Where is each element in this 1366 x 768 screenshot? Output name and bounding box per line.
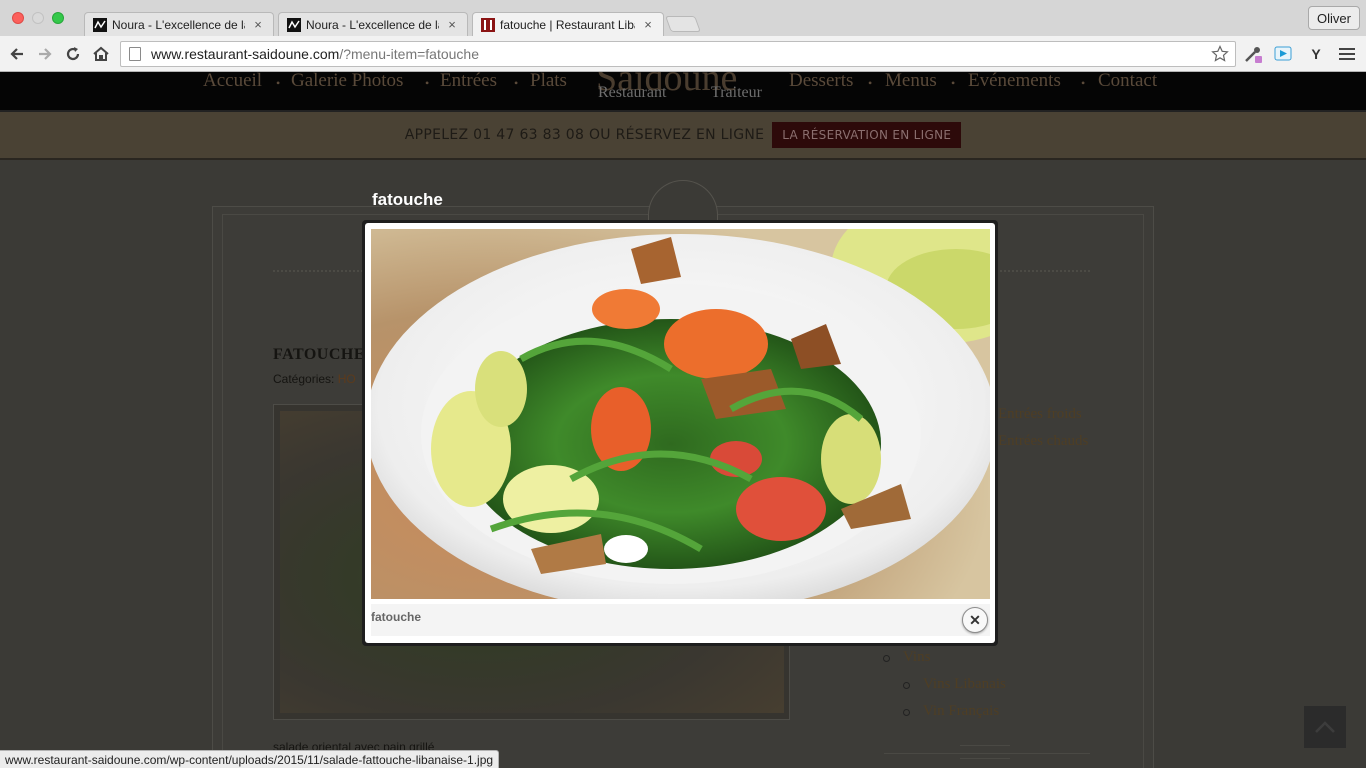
sidebar-ornament-icon <box>960 745 1010 759</box>
back-button[interactable] <box>5 42 29 66</box>
url-host: www.restaurant-saidoune.com <box>151 46 340 62</box>
cast-extension-icon[interactable] <box>1272 43 1294 65</box>
nav-link-plats[interactable]: Plats <box>530 72 567 92</box>
category-link[interactable]: HO <box>338 372 356 386</box>
browser-tab-1[interactable]: Noura - L'excellence de la c × <box>84 12 274 36</box>
bullet-icon <box>903 709 910 716</box>
divider <box>273 270 363 272</box>
page-icon <box>129 47 141 61</box>
menu-hamburger-icon[interactable] <box>1336 43 1358 65</box>
back-to-top-button[interactable] <box>1304 706 1346 748</box>
home-button[interactable] <box>89 42 113 66</box>
online-reservation-button[interactable]: LA RÉSERVATION EN LIGNE <box>772 122 962 148</box>
forward-button[interactable] <box>33 42 57 66</box>
nav-link-contact[interactable]: Contact <box>1098 72 1157 92</box>
nav-separator: • <box>514 76 519 90</box>
nav-link-accueil[interactable]: Accueil <box>203 72 262 92</box>
nav-link-entrees[interactable]: Entrées <box>440 72 497 92</box>
divider <box>1000 270 1090 272</box>
post-categories: Catégories: HO <box>273 372 356 386</box>
nav-separator: • <box>425 76 430 90</box>
bullet-icon <box>883 655 890 662</box>
sidebar-link-entrees-chauds[interactable]: Entrées chauds <box>998 433 1088 450</box>
post-title: FATOUCHE <box>273 346 366 363</box>
address-bar[interactable]: www.restaurant-saidoune.com/?menu-item=f… <box>120 41 1236 67</box>
sidebar-link-vins[interactable]: Vins <box>903 649 930 666</box>
nav-link-menus[interactable]: Menus <box>885 72 937 92</box>
reload-button[interactable] <box>61 42 85 66</box>
nav-link-galerie[interactable]: Galerie Photos <box>291 72 403 92</box>
close-icon: ✕ <box>969 611 981 628</box>
lightbox-close-button[interactable]: ✕ <box>962 607 988 633</box>
browser-tab-2[interactable]: Noura - L'excellence de la c × <box>278 12 468 36</box>
bullet-icon <box>903 682 910 689</box>
sidebar-link-entrees-froids[interactable]: Entrées froids <box>998 406 1082 423</box>
nav-separator: • <box>276 76 281 90</box>
new-tab-button[interactable] <box>665 16 701 32</box>
chevron-up-icon <box>1315 721 1335 733</box>
call-text: APPELEZ 01 47 63 83 08 OU RÉSERVEZ EN LI… <box>404 127 765 143</box>
maximize-window-button[interactable] <box>52 12 64 24</box>
logo-sub-traiteur: Traiteur <box>711 84 762 101</box>
close-tab-icon[interactable]: × <box>641 17 655 32</box>
bookmark-star-icon[interactable] <box>1211 45 1229 63</box>
back-arrow-icon <box>10 48 23 60</box>
tab-title: Noura - L'excellence de la c <box>306 17 439 32</box>
reload-icon <box>66 47 80 61</box>
noura-favicon-icon <box>287 17 301 32</box>
tab-strip: Noura - L'excellence de la c × Noura - L… <box>0 0 1366 36</box>
forward-arrow-icon <box>39 48 52 60</box>
nav-link-desserts[interactable]: Desserts <box>789 72 853 92</box>
lightbox-photo[interactable] <box>371 229 990 599</box>
sidebar-link-vin-francais[interactable]: Vin Français <box>923 703 999 720</box>
status-bar-url: www.restaurant-saidoune.com/wp-content/u… <box>0 750 500 768</box>
reservation-bar: APPELEZ 01 47 63 83 08 OU RÉSERVEZ EN LI… <box>0 112 1366 160</box>
fleur-ornament-icon <box>648 180 718 220</box>
y-extension-icon[interactable]: Y <box>1305 43 1327 65</box>
site-navigation: Accueil • Galerie Photos • Entrées • Pla… <box>0 72 1366 112</box>
close-tab-icon[interactable]: × <box>251 17 265 32</box>
close-window-button[interactable] <box>12 12 24 24</box>
lightbox-caption: fatouche <box>371 610 422 624</box>
eyedropper-extension-icon[interactable] <box>1242 43 1264 65</box>
fattoush-salad-image <box>371 229 990 599</box>
profile-button[interactable]: Oliver <box>1308 6 1360 30</box>
logo-sub-restaurant: Restaurant <box>598 84 667 101</box>
url-path: /?menu-item=fatouche <box>339 46 480 62</box>
tab-title: fatouche | Restaurant Liban <box>500 17 635 32</box>
home-icon <box>93 46 109 61</box>
minimize-window-button[interactable] <box>32 12 44 24</box>
nav-link-evenements[interactable]: Evénements <box>968 72 1061 92</box>
categories-label: Catégories: <box>273 372 335 386</box>
lightbox-title: fatouche <box>372 190 443 209</box>
browser-chrome: Noura - L'excellence de la c × Noura - L… <box>0 0 1366 72</box>
noura-favicon-icon <box>93 17 107 32</box>
lightbox-caption-bar <box>371 604 990 636</box>
close-tab-icon[interactable]: × <box>445 17 459 32</box>
browser-tab-3-active[interactable]: fatouche | Restaurant Liban × <box>472 12 664 36</box>
nav-separator: • <box>1081 76 1086 90</box>
sidebar-link-vins-libanais[interactable]: Vins Libanais <box>923 676 1006 693</box>
nav-separator: • <box>951 76 956 90</box>
saidoune-favicon-icon <box>481 17 495 32</box>
nav-separator: • <box>868 76 873 90</box>
tab-title: Noura - L'excellence de la c <box>112 17 245 32</box>
